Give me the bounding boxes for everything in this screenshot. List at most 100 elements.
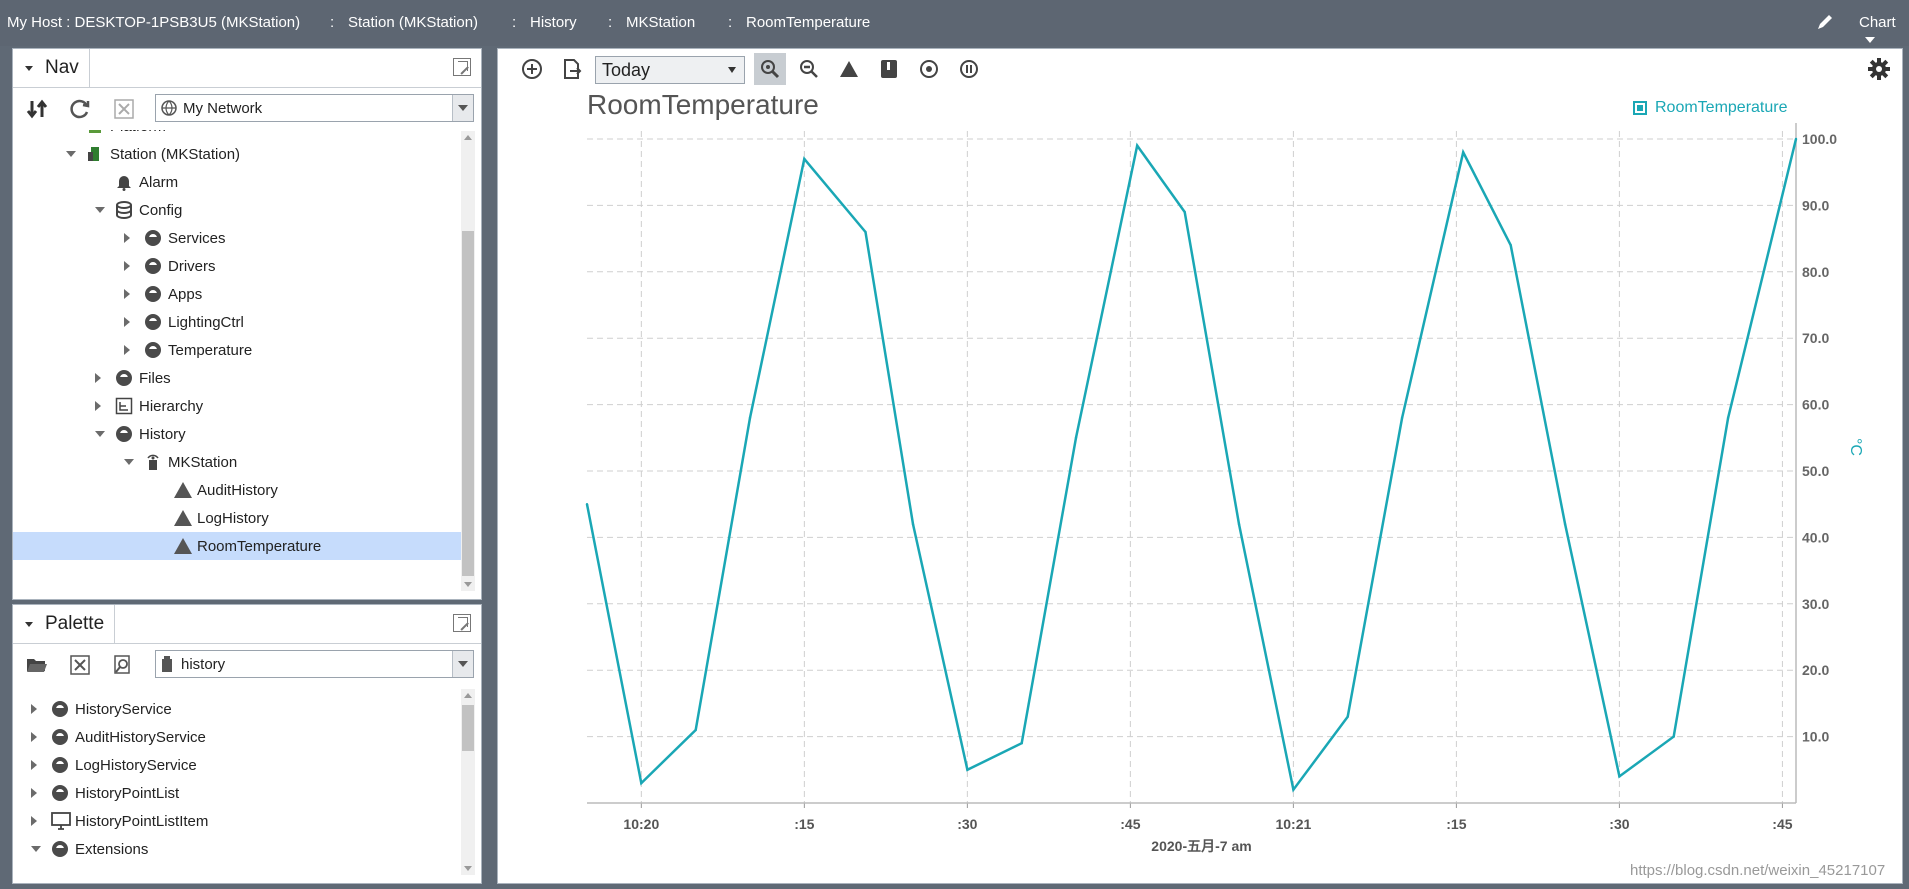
maximize-icon[interactable] <box>453 614 471 632</box>
tree-item-historyservice[interactable]: HistoryService <box>13 695 461 723</box>
chart-plot[interactable]: 10.0 20.0 30.0 40.0 50.0 60.0 70.0 80.0 90.0 100.… <box>498 49 1902 883</box>
network-selector[interactable]: My Network <box>155 94 474 122</box>
x-tick-label: :45 <box>1772 816 1792 832</box>
collapsed-arrow-icon[interactable] <box>31 732 37 742</box>
folder-icon <box>51 840 69 858</box>
collapsed-arrow-icon[interactable] <box>124 233 130 243</box>
scroll-up-icon[interactable] <box>464 693 472 698</box>
tree-item-roomtemperature[interactable]: RoomTemperature <box>13 532 461 560</box>
crumb-mkstation[interactable]: MKStation <box>626 14 695 31</box>
open-folder-icon[interactable] <box>25 653 49 677</box>
tree-item-platform[interactable]: Platform <box>13 130 461 140</box>
module-selector[interactable]: history <box>155 650 474 678</box>
tree-item-station-mkstation[interactable]: Station (MKStation) <box>13 140 461 168</box>
tree-item-mkstation[interactable]: MKStation <box>13 448 461 476</box>
tree-item-extensions[interactable]: Extensions <box>13 835 461 863</box>
x-tick-label: :30 <box>957 816 977 832</box>
data-point <box>1237 522 1241 526</box>
tree-item-temperature[interactable]: Temperature <box>13 336 461 364</box>
chevron-down-icon[interactable] <box>452 651 473 677</box>
collapsed-arrow-icon[interactable] <box>124 289 130 299</box>
nav-scrollbar[interactable] <box>461 131 475 591</box>
device-icon <box>144 453 162 471</box>
folder-icon <box>144 341 162 359</box>
tree-item-label: AuditHistory <box>197 481 278 499</box>
collapsed-arrow-icon[interactable] <box>31 704 37 714</box>
expanded-arrow-icon[interactable] <box>66 151 76 157</box>
search-module-icon[interactable] <box>111 653 135 677</box>
y-tick-label: 50.0 <box>1802 463 1829 479</box>
refresh-icon[interactable] <box>68 97 92 121</box>
expanded-arrow-icon[interactable] <box>31 846 41 852</box>
network-selector-value: My Network <box>183 99 263 117</box>
close-icon[interactable] <box>112 97 136 121</box>
pencil-icon[interactable] <box>1814 11 1836 33</box>
chevron-down-icon[interactable] <box>452 95 473 121</box>
collapsed-arrow-icon[interactable] <box>31 760 37 770</box>
log-service-icon <box>51 756 69 774</box>
tree-item-history[interactable]: History <box>13 420 461 448</box>
tree-item-label: Services <box>168 229 226 247</box>
tree-item-audithistoryservice[interactable]: AuditHistoryService <box>13 723 461 751</box>
data-point <box>1672 735 1675 738</box>
collapsed-arrow-icon[interactable] <box>124 261 130 271</box>
tree-item-lightingctrl[interactable]: LightingCtrl <box>13 308 461 336</box>
collapse-icon[interactable] <box>25 65 33 71</box>
collapsed-arrow-icon[interactable] <box>31 816 37 826</box>
tree-item-label: HistoryService <box>75 700 172 718</box>
collapsed-arrow-icon[interactable] <box>95 373 101 383</box>
maximize-icon[interactable] <box>453 58 471 76</box>
tree-item-services[interactable]: Services <box>13 224 461 252</box>
tree-item-hierarchy[interactable]: Hierarchy <box>13 392 461 420</box>
expanded-arrow-icon[interactable] <box>124 459 134 465</box>
x-tick-label: 10:20 <box>623 816 659 832</box>
y-tick-label: 80.0 <box>1802 264 1829 280</box>
expanded-arrow-icon[interactable] <box>95 431 105 437</box>
palette-scrollbar[interactable] <box>461 689 475 875</box>
crumb-roomtemperature[interactable]: RoomTemperature <box>746 14 870 31</box>
apps-icon <box>144 285 162 303</box>
tree-item-loghistory[interactable]: LogHistory <box>13 504 461 532</box>
chart-view-menu[interactable]: Chart <box>1859 14 1909 48</box>
scroll-thumb[interactable] <box>462 231 474 576</box>
audit-service-icon <box>51 728 69 746</box>
tree-item-historypointlist[interactable]: HistoryPointList <box>13 779 461 807</box>
collapsed-arrow-icon[interactable] <box>124 345 130 355</box>
platform-icon <box>86 130 104 135</box>
tree-item-alarm[interactable]: Alarm <box>13 168 461 196</box>
tree-item-drivers[interactable]: Drivers <box>13 252 461 280</box>
collapsed-arrow-icon[interactable] <box>31 788 37 798</box>
sync-arrows-icon[interactable] <box>25 97 49 121</box>
collapsed-arrow-icon[interactable] <box>124 317 130 327</box>
crumb-station[interactable]: Station (MKStation) <box>348 14 478 31</box>
x-tick-label: :15 <box>794 816 814 832</box>
tree-item-label: LogHistory <box>197 509 269 527</box>
scroll-up-icon[interactable] <box>464 135 472 140</box>
palette-toolbar: history <box>13 647 481 683</box>
tree-item-label: Temperature <box>168 341 253 359</box>
collapsed-arrow-icon[interactable] <box>95 401 101 411</box>
data-point <box>1618 775 1621 778</box>
tree-item-apps[interactable]: Apps <box>13 280 461 308</box>
tree-item-label: LogHistoryService <box>75 756 197 774</box>
tree-item-files[interactable]: Files <box>13 364 461 392</box>
scroll-thumb[interactable] <box>462 705 474 751</box>
palette-tab[interactable]: Palette <box>13 605 116 643</box>
nav-tab[interactable]: Nav <box>13 49 90 87</box>
tree-item-config[interactable]: Config <box>13 196 461 224</box>
tree-item-label: Drivers <box>168 257 216 275</box>
files-icon <box>115 369 133 387</box>
x-tick-label: :30 <box>1609 816 1629 832</box>
chart-view-label: Chart <box>1859 14 1896 31</box>
scroll-down-icon[interactable] <box>464 582 472 587</box>
host-crumb[interactable]: My Host : DESKTOP-1PSB3U5 (MKStation) <box>7 14 300 31</box>
close-icon[interactable] <box>68 653 92 677</box>
tree-item-audithistory[interactable]: AuditHistory <box>13 476 461 504</box>
tree-item-historypointlistitem[interactable]: HistoryPointListItem <box>13 807 461 835</box>
scroll-down-icon[interactable] <box>464 866 472 871</box>
tree-item-label: Files <box>139 369 171 387</box>
crumb-history[interactable]: History <box>530 14 577 31</box>
expanded-arrow-icon[interactable] <box>95 207 105 213</box>
collapse-icon[interactable] <box>25 621 33 627</box>
tree-item-loghistoryservice[interactable]: LogHistoryService <box>13 751 461 779</box>
